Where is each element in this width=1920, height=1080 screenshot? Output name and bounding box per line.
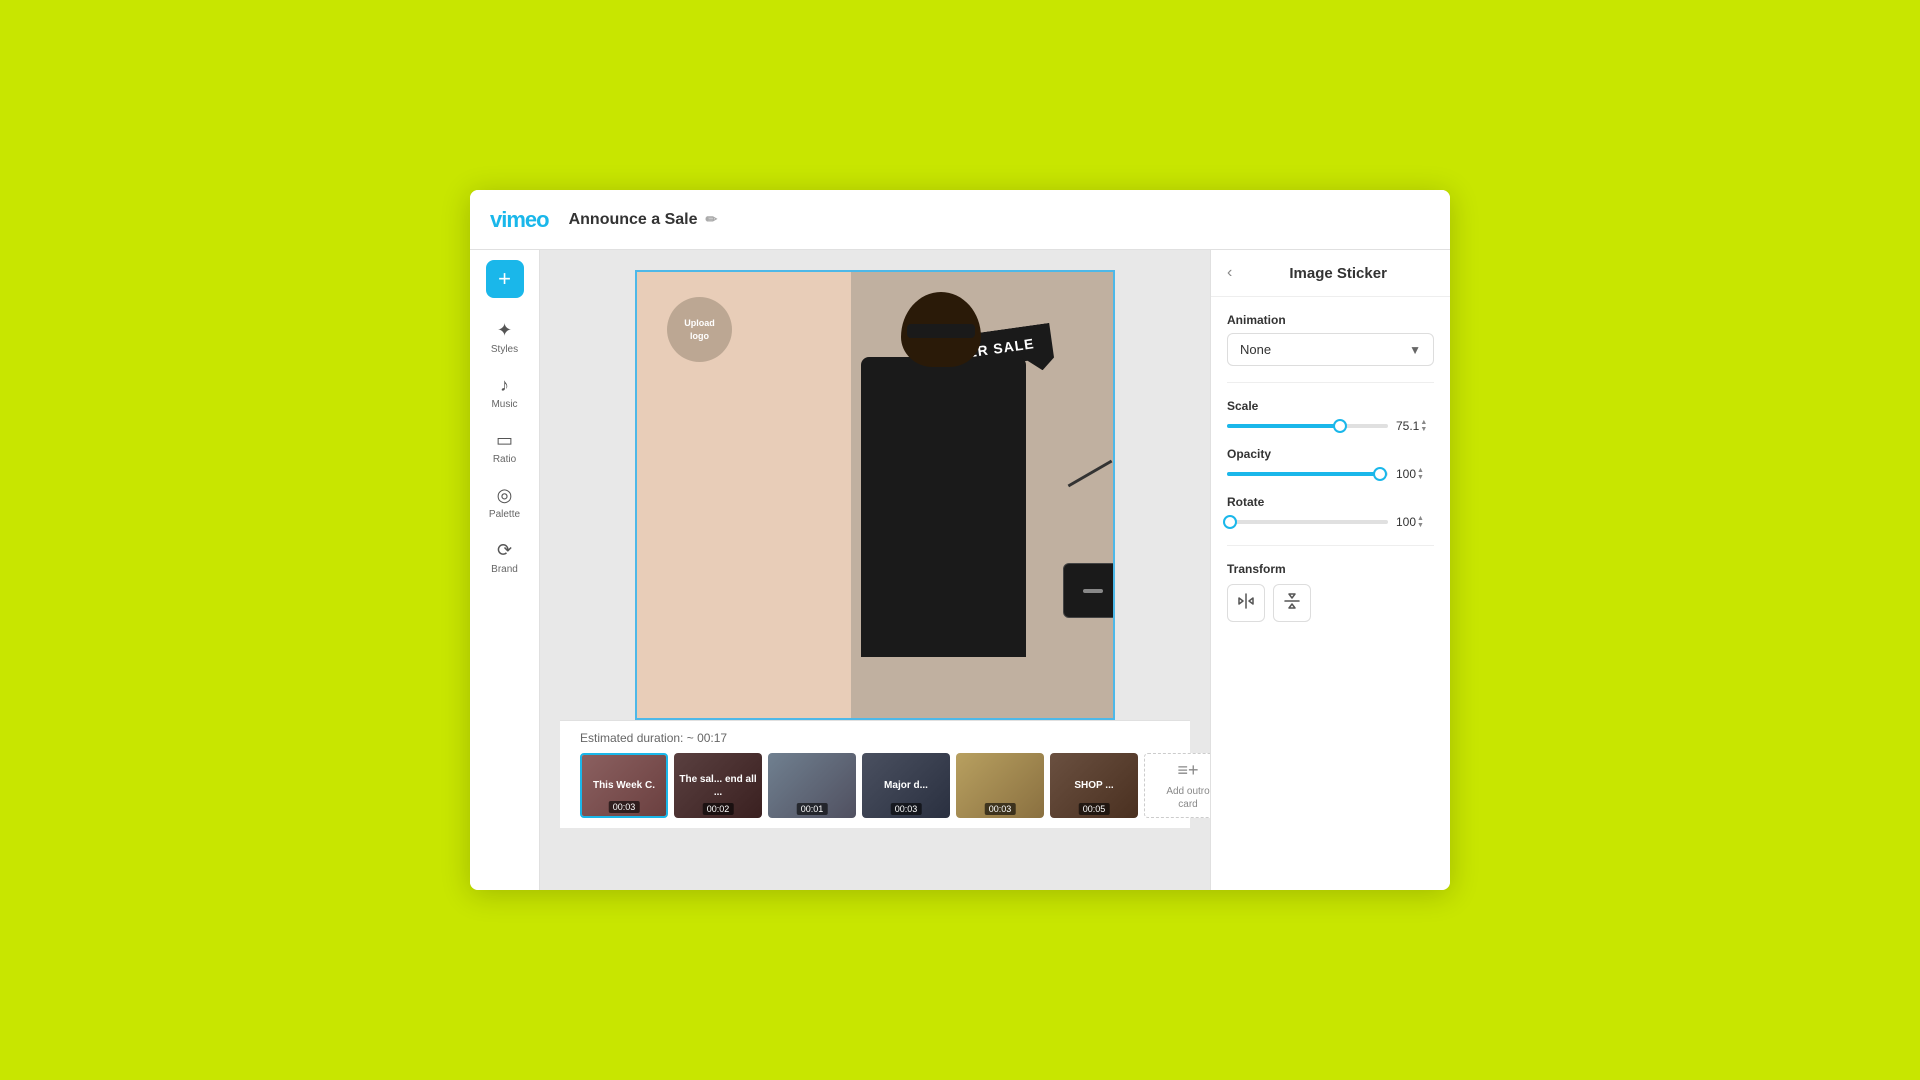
opacity-group: Opacity 100 ▲ ▼ (1227, 447, 1434, 481)
music-icon: ♪ (500, 375, 509, 396)
timeline: Estimated duration: ~ 00:17 This Week C.… (560, 720, 1190, 828)
scale-fill (1227, 424, 1340, 428)
handbag (1063, 563, 1113, 618)
main-content: + ✦ Styles ♪ Music ▭ Ratio ◎ Palette ⟳ B… (470, 250, 1450, 890)
brand-icon: ⟳ (497, 540, 512, 561)
opacity-slider-row: 100 ▲ ▼ (1227, 467, 1434, 481)
opacity-slider[interactable] (1227, 472, 1388, 476)
clip-2[interactable]: The sal... end all ... 00:02 (674, 753, 762, 818)
top-bar: vimeo Announce a Sale ✏ (470, 190, 1450, 250)
panel-header: ‹ Image Sticker (1211, 250, 1450, 297)
left-toolbar: + ✦ Styles ♪ Music ▭ Ratio ◎ Palette ⟳ B… (470, 250, 540, 890)
sidebar-item-brand[interactable]: ⟳ Brand (475, 532, 535, 583)
scale-up-arrow[interactable]: ▲ (1420, 419, 1427, 426)
clips-row: This Week C. 00:03 The sal... end all ..… (580, 753, 1170, 818)
scale-slider[interactable] (1227, 424, 1388, 428)
add-outro-text: Add outrocard (1166, 785, 1209, 811)
ratio-label: Ratio (493, 454, 516, 465)
flip-horizontal-button[interactable] (1227, 584, 1265, 622)
add-outro-icon: ≡+ (1177, 760, 1198, 781)
divider-2 (1227, 545, 1434, 546)
flip-horizontal-icon (1236, 591, 1256, 616)
rotate-group: Rotate 100 ▲ ▼ (1227, 495, 1434, 529)
rotate-up-arrow[interactable]: ▲ (1417, 515, 1424, 522)
vimeo-logo: vimeo (490, 207, 549, 233)
rotate-label: Rotate (1227, 495, 1434, 509)
rotate-thumb[interactable] (1223, 515, 1237, 529)
sidebar-item-styles[interactable]: ✦ Styles (475, 312, 535, 363)
sidebar-item-ratio[interactable]: ▭ Ratio (475, 422, 535, 473)
rotate-slider[interactable] (1227, 520, 1388, 524)
duration-label: Estimated duration: ~ 00:17 (580, 731, 1170, 745)
right-panel: ‹ Image Sticker Animation None ▼ Scale (1210, 250, 1450, 890)
clip-1[interactable]: This Week C. 00:03 (580, 753, 668, 818)
flip-vertical-button[interactable] (1273, 584, 1311, 622)
handbag-strap (1068, 460, 1113, 488)
animation-selected: None (1240, 342, 1271, 357)
panel-body: Animation None ▼ Scale (1211, 297, 1450, 638)
divider-1 (1227, 382, 1434, 383)
opacity-fill (1227, 472, 1380, 476)
scale-value: 75.1 ▲ ▼ (1396, 419, 1434, 433)
flip-vertical-icon (1282, 591, 1302, 616)
music-label: Music (491, 399, 517, 410)
animation-dropdown[interactable]: None ▼ (1227, 333, 1434, 366)
clip-5-duration: 00:03 (985, 803, 1016, 815)
palette-icon: ◎ (497, 485, 513, 506)
clip-4[interactable]: Major d... 00:03 (862, 753, 950, 818)
canvas-area: Uploadlogo SUPER SALE Estimated duration… (540, 250, 1210, 890)
person-coat (861, 357, 1026, 657)
opacity-down-arrow[interactable]: ▼ (1417, 474, 1424, 481)
scale-group: Scale 75.1 ▲ ▼ (1227, 399, 1434, 433)
panel-title: Image Sticker (1242, 265, 1434, 282)
animation-group: Animation None ▼ (1227, 313, 1434, 366)
canvas[interactable]: Uploadlogo SUPER SALE (635, 270, 1115, 720)
scale-down-arrow[interactable]: ▼ (1420, 426, 1427, 433)
upload-logo-button[interactable]: Uploadlogo (667, 297, 732, 362)
clip-3[interactable]: 00:01 (768, 753, 856, 818)
chevron-down-icon: ▼ (1409, 343, 1421, 357)
clip-4-duration: 00:03 (891, 803, 922, 815)
opacity-stepper[interactable]: ▲ ▼ (1417, 467, 1424, 481)
clip-6[interactable]: SHOP ... 00:05 (1050, 753, 1138, 818)
clip-2-duration: 00:02 (703, 803, 734, 815)
palette-label: Palette (489, 509, 520, 520)
scale-slider-row: 75.1 ▲ ▼ (1227, 419, 1434, 433)
sunglasses (907, 324, 975, 338)
clip-5[interactable]: 00:03 (956, 753, 1044, 818)
add-outro-button[interactable]: ≡+ Add outrocard (1144, 753, 1210, 818)
opacity-thumb[interactable] (1373, 467, 1387, 481)
rotate-stepper[interactable]: ▲ ▼ (1417, 515, 1424, 529)
project-title: Announce a Sale ✏ (569, 211, 718, 229)
clip-3-duration: 00:01 (797, 803, 828, 815)
back-button[interactable]: ‹ (1227, 264, 1232, 282)
handbag-clasp (1083, 589, 1103, 593)
scale-stepper[interactable]: ▲ ▼ (1420, 419, 1427, 433)
rotate-slider-row: 100 ▲ ▼ (1227, 515, 1434, 529)
edit-icon[interactable]: ✏ (706, 211, 718, 228)
ratio-icon: ▭ (496, 430, 513, 451)
upload-logo-text: Uploadlogo (684, 317, 715, 342)
rotate-down-arrow[interactable]: ▼ (1417, 522, 1424, 529)
transform-group: Transform (1227, 562, 1434, 622)
sidebar-item-palette[interactable]: ◎ Palette (475, 477, 535, 528)
styles-label: Styles (491, 344, 518, 355)
rotate-value: 100 ▲ ▼ (1396, 515, 1434, 529)
transform-label: Transform (1227, 562, 1434, 576)
styles-icon: ✦ (497, 320, 512, 341)
transform-buttons (1227, 584, 1434, 622)
scale-label: Scale (1227, 399, 1434, 413)
brand-label: Brand (491, 564, 518, 575)
opacity-up-arrow[interactable]: ▲ (1417, 467, 1424, 474)
animation-label: Animation (1227, 313, 1434, 327)
scale-thumb[interactable] (1333, 419, 1347, 433)
add-button[interactable]: + (486, 260, 524, 298)
opacity-label: Opacity (1227, 447, 1434, 461)
sidebar-item-music[interactable]: ♪ Music (475, 367, 535, 418)
clip-1-duration: 00:03 (609, 801, 640, 813)
opacity-value: 100 ▲ ▼ (1396, 467, 1434, 481)
project-title-text: Announce a Sale (569, 211, 698, 229)
clip-6-duration: 00:05 (1079, 803, 1110, 815)
app-window: vimeo Announce a Sale ✏ + ✦ Styles ♪ Mus… (470, 190, 1450, 890)
